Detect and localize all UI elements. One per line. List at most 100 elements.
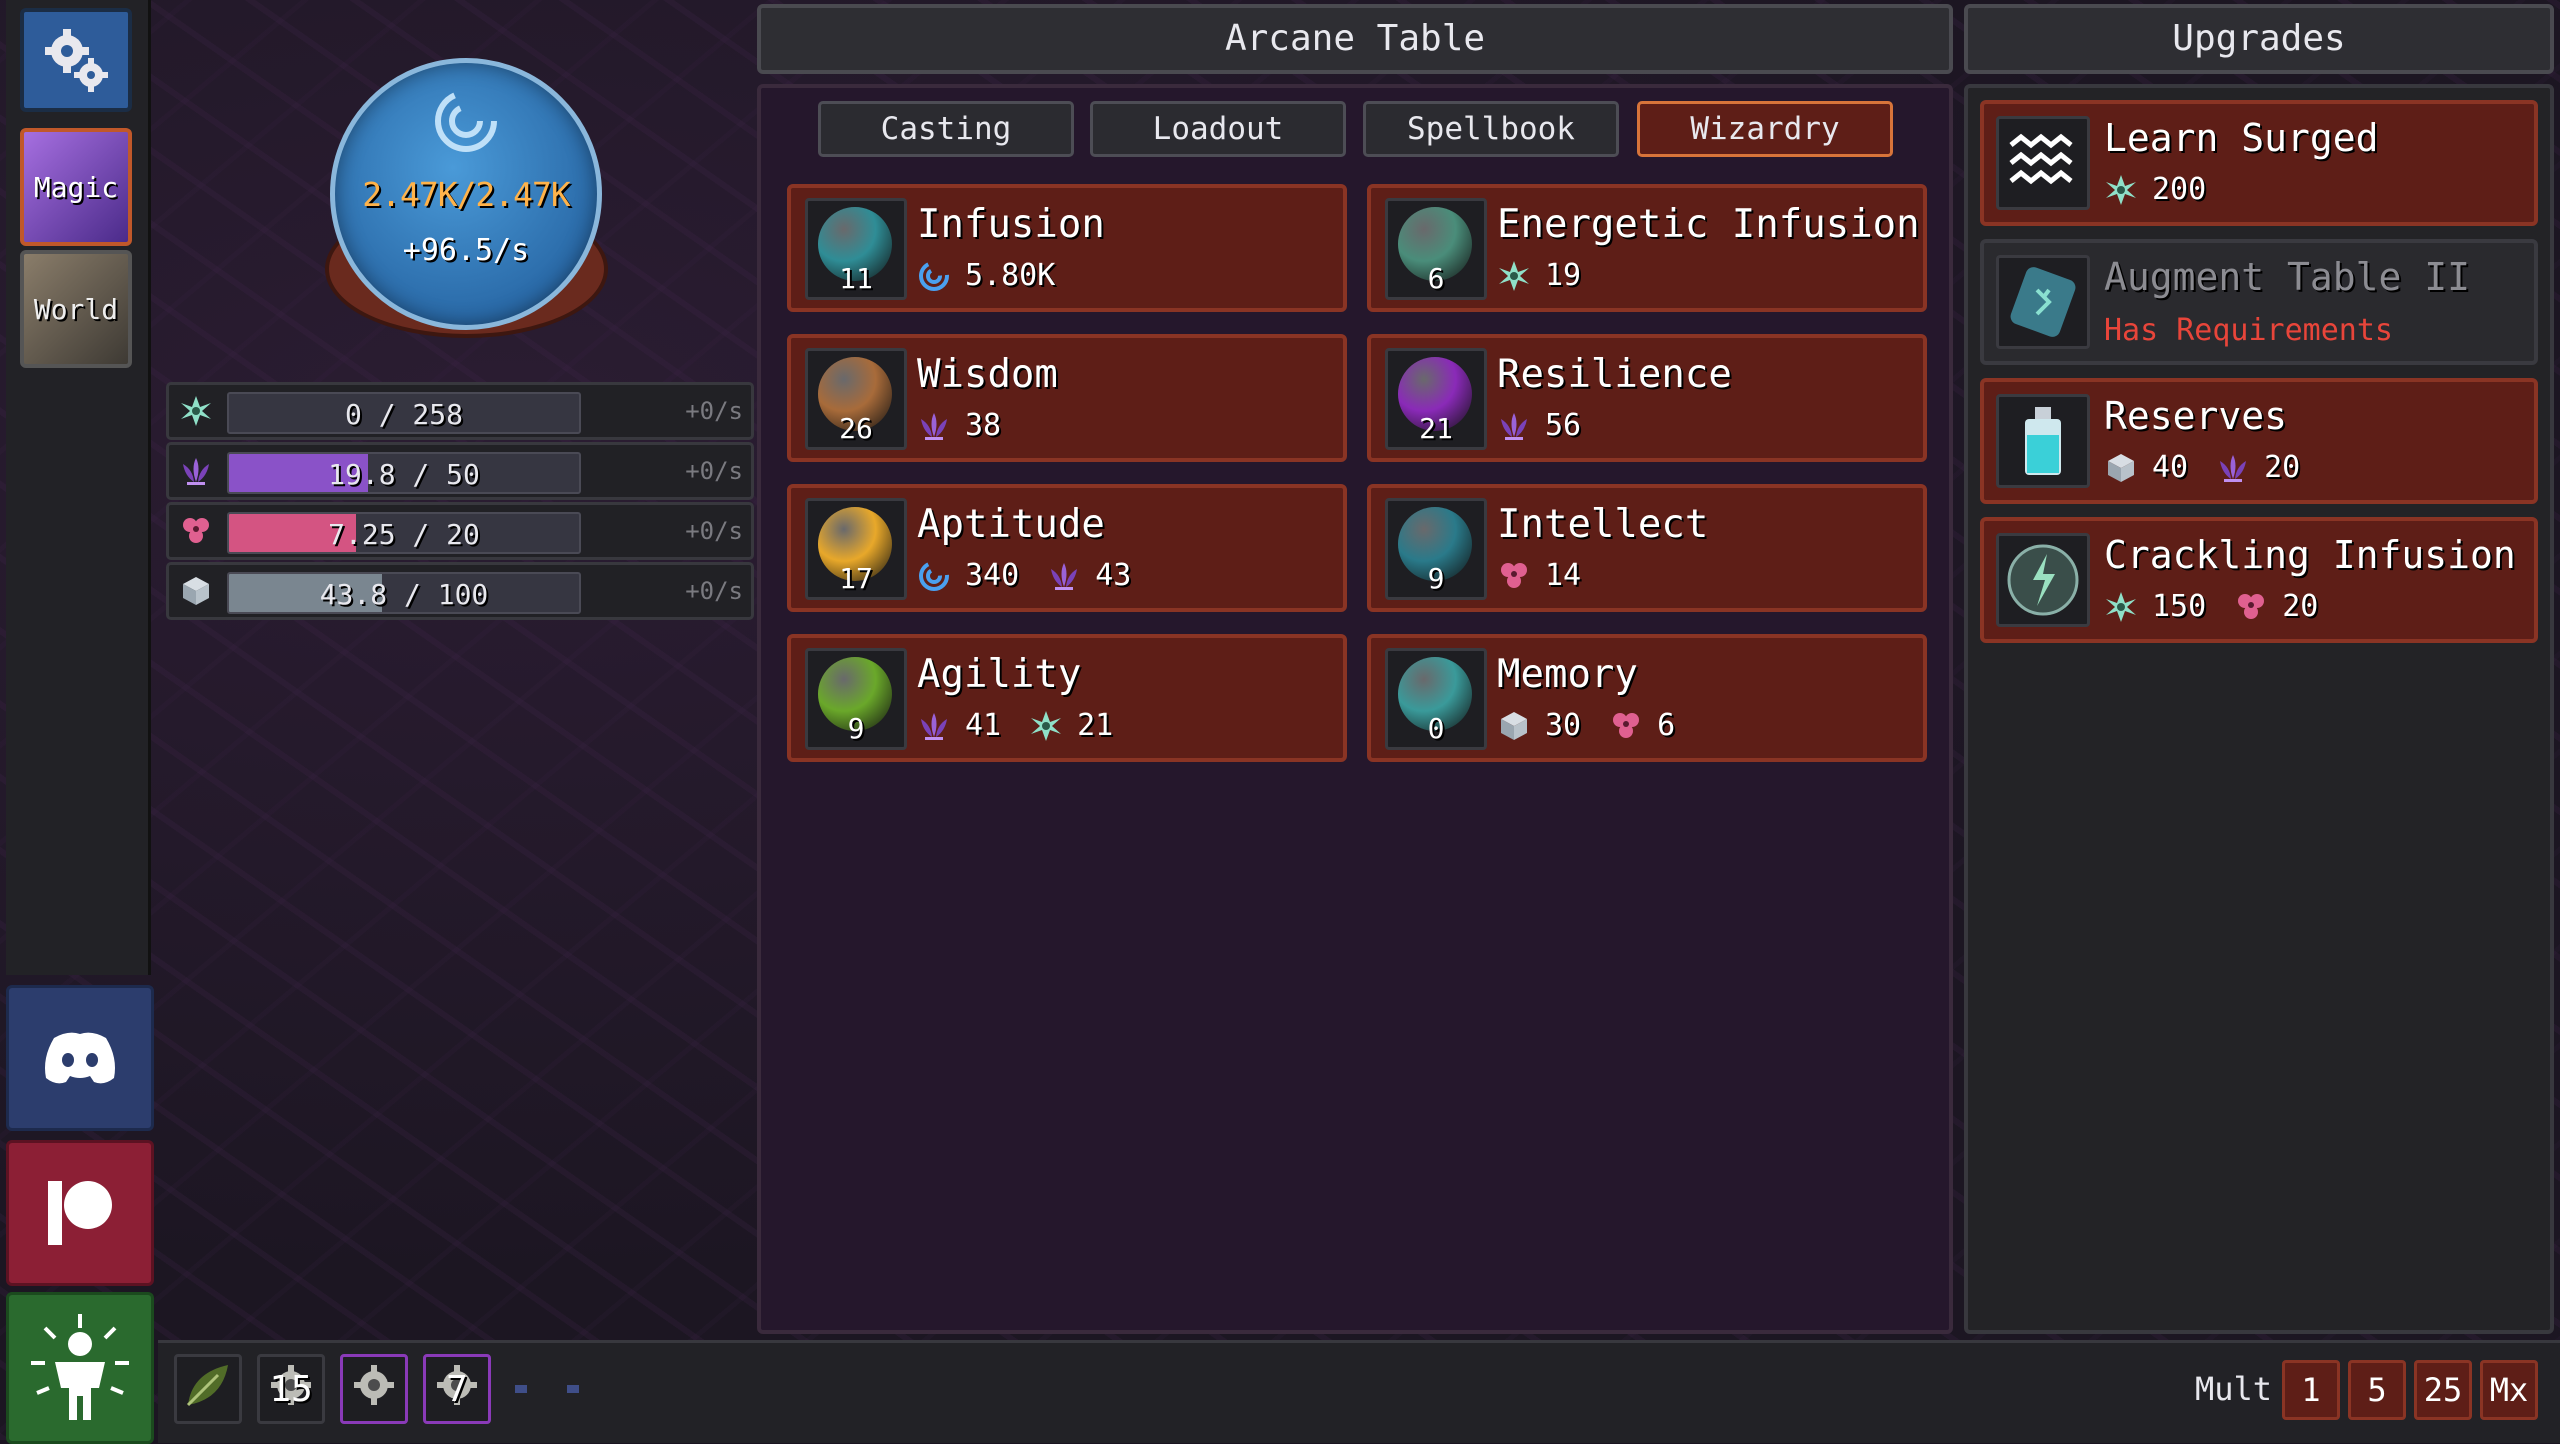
cost-item: 20 <box>2234 589 2318 624</box>
spell-level: 9 <box>847 712 865 745</box>
resource-track: 7.25 / 20 <box>227 512 581 554</box>
tab-casting[interactable]: Casting <box>818 101 1074 157</box>
mult-1-button[interactable]: 1 <box>2282 1360 2340 1420</box>
resource-track: 0 / 258 <box>227 392 581 434</box>
lotus-icon <box>1497 409 1531 443</box>
upgrade-requirement: Has Requirements <box>2104 313 2393 348</box>
discord-icon <box>45 1032 115 1084</box>
cost-item: 150 <box>2104 589 2206 624</box>
upgrade-card[interactable]: Crackling Infusion 150 20 <box>1980 517 2538 643</box>
mult-5-button[interactable]: 5 <box>2348 1360 2406 1420</box>
spell-orb-icon: 0 <box>1385 648 1487 750</box>
resource-bar: 19.8 / 50 +0/s <box>166 442 754 500</box>
cost-item: 19 <box>1497 258 1581 293</box>
quickslot[interactable] <box>174 1354 242 1424</box>
spell-card[interactable]: 11 Infusion 5.80K <box>787 184 1347 312</box>
spell-name: Agility <box>917 652 1082 697</box>
resource-rate: +0/s <box>685 517 743 545</box>
cost-value: 38 <box>965 408 1002 443</box>
cost-item: 21 <box>1029 708 1113 743</box>
cost-value: 43 <box>1095 558 1132 593</box>
spell-name: Infusion <box>917 202 1105 247</box>
spell-card[interactable]: 17 Aptitude 340 43 <box>787 484 1347 612</box>
mult-max-button[interactable]: Mx <box>2480 1360 2538 1420</box>
cost-value: 41 <box>965 708 1002 743</box>
spell-card[interactable]: 0 Memory 30 6 <box>1367 634 1927 762</box>
potion-icon <box>1996 394 2090 488</box>
spell-level: 0 <box>1427 712 1445 745</box>
lotus-icon <box>917 409 951 443</box>
lotus-icon <box>2216 451 2250 485</box>
spark-icon <box>2104 590 2138 624</box>
tab-spellbook[interactable]: Spellbook <box>1363 101 1619 157</box>
upgrade-card[interactable]: Augment Table II Has Requirements <box>1980 239 2538 365</box>
nav-magic-button[interactable]: Magic <box>20 128 132 246</box>
spell-costs: 340 43 <box>917 558 1131 593</box>
settings-button[interactable] <box>20 8 132 112</box>
patreon-button[interactable] <box>6 1140 154 1286</box>
spell-name: Wisdom <box>917 352 1058 397</box>
leaf-icon <box>182 1359 234 1420</box>
tab-loadout[interactable]: Loadout <box>1090 101 1346 157</box>
resource-track: 43.8 / 100 <box>227 572 581 614</box>
quickslot[interactable]: 7 <box>423 1354 491 1424</box>
resource-track: 19.8 / 50 <box>227 452 581 494</box>
upgrades-title: Upgrades <box>1964 4 2554 74</box>
quickslot[interactable] <box>340 1354 408 1424</box>
patreon-icon <box>48 1181 112 1245</box>
upgrade-card[interactable]: Reserves 40 20 <box>1980 378 2538 504</box>
mana-value: 2.47K/2.47K <box>362 175 571 214</box>
nav-world-button[interactable]: World <box>20 250 132 368</box>
cost-value: 6 <box>1657 708 1676 743</box>
cost-value: 19 <box>1545 258 1582 293</box>
cost-item: 30 <box>1497 708 1581 743</box>
spell-costs: 41 21 <box>917 708 1113 743</box>
upgrade-costs: 150 20 <box>2104 589 2318 624</box>
spell-card[interactable]: 9 Agility 41 21 <box>787 634 1347 762</box>
spell-level: 17 <box>839 562 873 595</box>
spell-costs: 19 <box>1497 258 1581 293</box>
cost-item: 14 <box>1497 558 1581 593</box>
discord-button[interactable] <box>6 985 154 1131</box>
cost-item: 40 <box>2104 450 2188 485</box>
spell-orb-icon: 11 <box>805 198 907 300</box>
cost-item: 5.80K <box>917 258 1055 293</box>
lightning-orb-icon <box>1996 533 2090 627</box>
spell-card[interactable]: 26 Wisdom 38 <box>787 334 1347 462</box>
spell-level: 21 <box>1419 412 1453 445</box>
quickslot[interactable]: 15 <box>257 1354 325 1424</box>
spell-level: 11 <box>839 262 873 295</box>
spell-name: Intellect <box>1497 502 1709 547</box>
resource-rate: +0/s <box>685 577 743 605</box>
cost-value: 21 <box>1077 708 1114 743</box>
spell-orb-icon: 6 <box>1385 198 1487 300</box>
resource-amount: 19.8 / 50 <box>328 458 480 491</box>
spell-card[interactable]: 9 Intellect 14 <box>1367 484 1927 612</box>
tab-wizardry[interactable]: Wizardry <box>1637 101 1893 157</box>
spell-costs: 30 6 <box>1497 708 1675 743</box>
resource-bar: 7.25 / 20 +0/s <box>166 502 754 560</box>
mult-25-button[interactable]: 25 <box>2414 1360 2472 1420</box>
resource-amount: 7.25 / 20 <box>328 518 480 551</box>
spark-icon <box>1497 259 1531 293</box>
spell-orb-icon: 26 <box>805 348 907 450</box>
spell-level: 26 <box>839 412 873 445</box>
lotus-icon <box>175 450 217 492</box>
spell-card[interactable]: 21 Resilience 56 <box>1367 334 1927 462</box>
upgrade-card[interactable]: Learn Surged 200 <box>1980 100 2538 226</box>
spell-name: Memory <box>1497 652 1638 697</box>
spell-level: 9 <box>1427 562 1445 595</box>
quickslot-empty-dot <box>567 1385 579 1393</box>
character-button[interactable] <box>6 1292 154 1444</box>
cost-value: 40 <box>2152 450 2189 485</box>
upgrade-name: Crackling Infusion <box>2104 533 2516 577</box>
cost-value: 14 <box>1545 558 1582 593</box>
spell-card[interactable]: 6 Energetic Infusion 19 <box>1367 184 1927 312</box>
spell-costs: 56 <box>1497 408 1581 443</box>
gear-icon <box>45 29 108 92</box>
spell-orb-icon: 17 <box>805 498 907 600</box>
cost-value: 56 <box>1545 408 1582 443</box>
cost-item: 43 <box>1047 558 1131 593</box>
spell-costs: 5.80K <box>917 258 1055 293</box>
cost-item: 340 <box>917 558 1019 593</box>
